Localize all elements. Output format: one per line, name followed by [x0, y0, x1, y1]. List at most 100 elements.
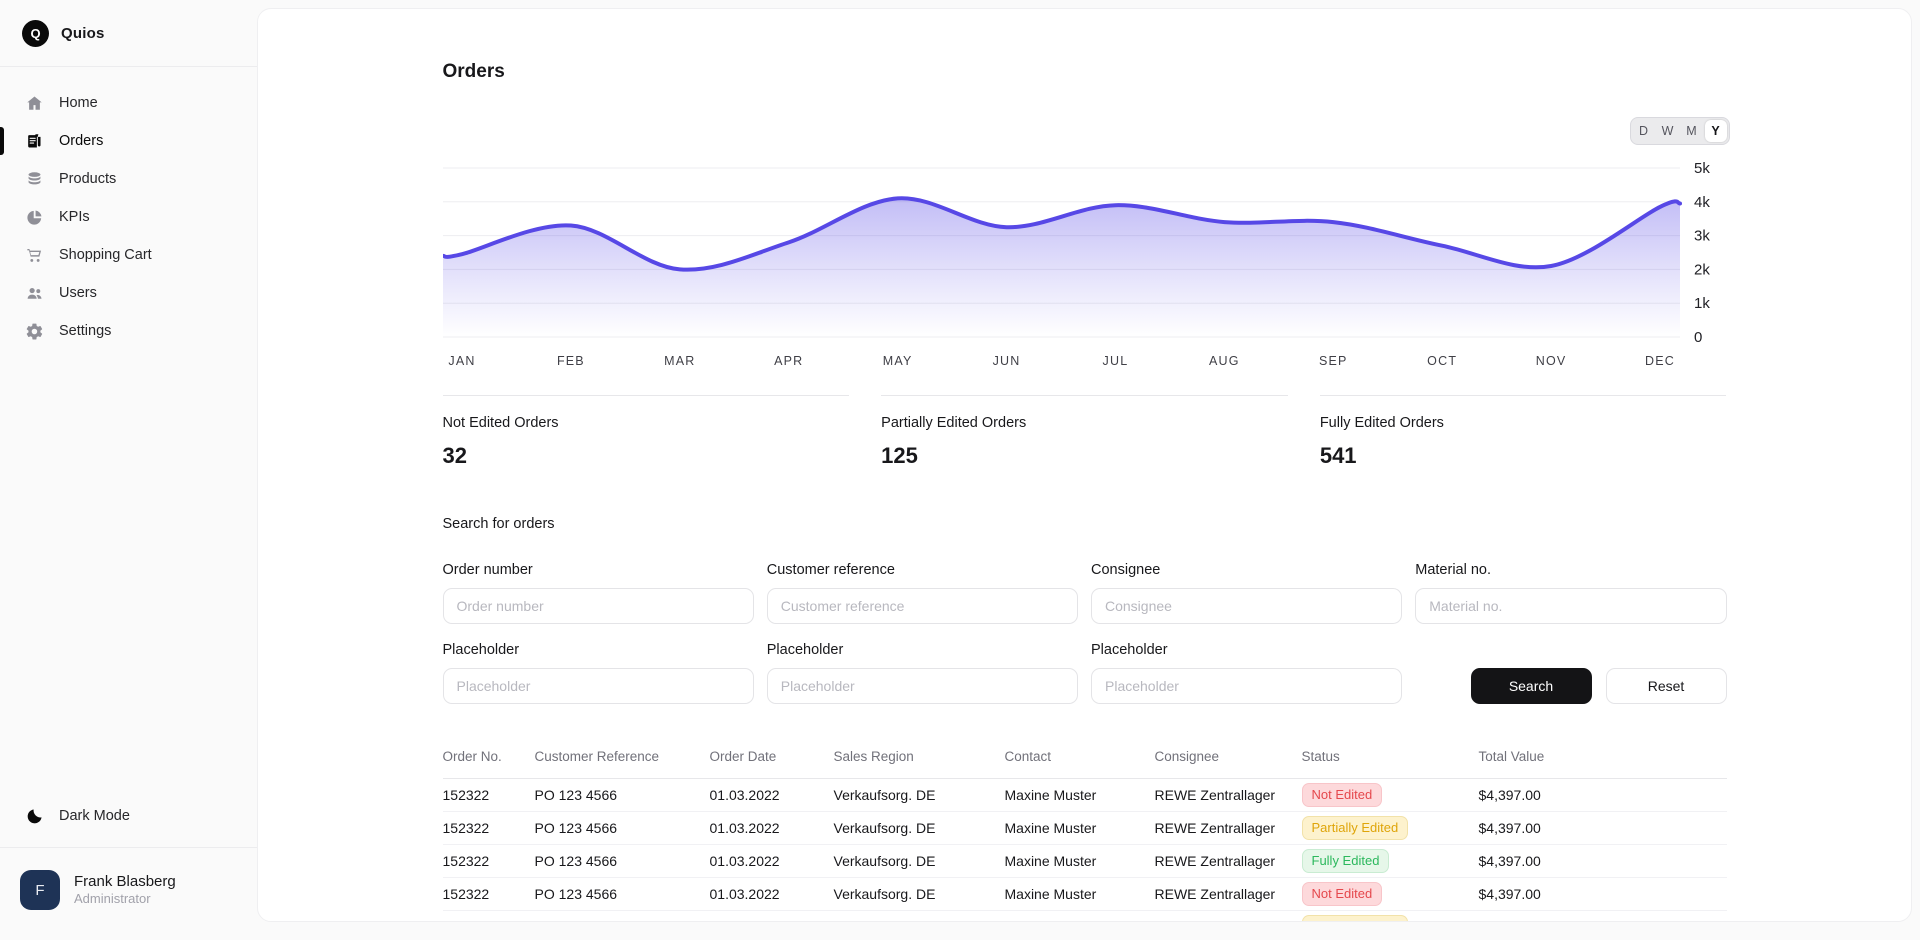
column-header-sales-region: Sales Region: [834, 734, 1005, 779]
y-axis-tick-label: 3k: [1694, 227, 1710, 244]
field-label: Customer reference: [767, 562, 1078, 578]
cell-consignee: REWE Zentrallager: [1155, 778, 1302, 811]
x-axis-tick-label: OCT: [1427, 354, 1457, 368]
range-option-y[interactable]: Y: [1705, 120, 1727, 142]
cell-customer-reference: PO 123 4566: [535, 778, 710, 811]
column-header-order-no-: Order No.: [443, 734, 535, 779]
status-badge: Not Edited: [1302, 882, 1383, 906]
dark-mode-toggle[interactable]: Dark Mode: [0, 797, 257, 835]
sidebar-item-label: Users: [59, 285, 97, 301]
sidebar-item-orders[interactable]: Orders: [0, 122, 257, 160]
sidebar-bottom: Dark Mode F Frank Blasberg Administrator: [0, 797, 257, 932]
consignee-input[interactable]: [1091, 588, 1402, 624]
cell-sales-region: Verkaufsorg. DE: [834, 877, 1005, 910]
brand-name: Quios: [61, 25, 105, 42]
y-axis-tick-label: 4k: [1694, 194, 1710, 211]
cell-order-no: 152322: [443, 778, 535, 811]
stat-value: 32: [443, 442, 850, 470]
table-row[interactable]: 152322PO 123 456601.03.2022Verkaufsorg. …: [443, 910, 1727, 922]
stat-card: Not Edited Orders 32: [443, 395, 850, 470]
reset-button[interactable]: Reset: [1606, 668, 1727, 704]
table-row[interactable]: 152322PO 123 456601.03.2022Verkaufsorg. …: [443, 877, 1727, 910]
cell-order-date: 01.03.2022: [710, 844, 834, 877]
cell-contact: Maxine Muster: [1005, 877, 1155, 910]
x-axis-tick-label: MAY: [882, 354, 912, 368]
sidebar: Q Quios Home Orders Products KPIs Shoppi…: [0, 0, 257, 932]
user-info: Frank Blasberg Administrator: [74, 873, 176, 907]
orders-table: Order No.Customer ReferenceOrder DateSal…: [443, 734, 1727, 922]
brand-logo-icon: Q: [22, 20, 49, 47]
x-axis-tick-label: DEC: [1644, 354, 1674, 368]
material-no--input[interactable]: [1415, 588, 1726, 624]
cell-customer-reference: PO 123 4566: [535, 910, 710, 922]
form-field: Consignee: [1091, 562, 1402, 624]
stat-card: Partially Edited Orders 125: [881, 395, 1288, 470]
avatar: F: [20, 870, 60, 910]
table-row[interactable]: 152322PO 123 456601.03.2022Verkaufsorg. …: [443, 778, 1727, 811]
cell-status: Fully Edited: [1302, 844, 1479, 877]
cell-consignee: REWE Zentrallager: [1155, 877, 1302, 910]
placeholder-1-input[interactable]: [443, 668, 754, 704]
cell-contact: Maxine Muster: [1005, 910, 1155, 922]
field-label: Placeholder: [767, 642, 1078, 658]
kpis-icon: [25, 208, 44, 227]
sidebar-item-settings[interactable]: Settings: [0, 312, 257, 350]
column-header-total-value: Total Value: [1479, 734, 1727, 779]
range-option-d[interactable]: D: [1633, 120, 1655, 142]
cell-sales-region: Verkaufsorg. DE: [834, 811, 1005, 844]
cell-order-date: 01.03.2022: [710, 811, 834, 844]
order-stats: Not Edited Orders 32 Partially Edited Or…: [443, 395, 1727, 470]
sidebar-nav: Home Orders Products KPIs Shopping Cart …: [0, 67, 257, 350]
placeholder-3-input[interactable]: [1091, 668, 1402, 704]
cell-status: Partially Edited: [1302, 811, 1479, 844]
moon-icon: [25, 807, 44, 826]
sidebar-item-kpis[interactable]: KPIs: [0, 198, 257, 236]
cell-consignee: REWE Zentrallager: [1155, 811, 1302, 844]
form-actions: Search Reset: [1415, 642, 1726, 704]
cell-status: Partially Edited: [1302, 910, 1479, 922]
cell-contact: Maxine Muster: [1005, 811, 1155, 844]
cell-contact: Maxine Muster: [1005, 778, 1155, 811]
cell-order-no: 152322: [443, 910, 535, 922]
brand: Q Quios: [0, 0, 257, 67]
form-field: Material no.: [1415, 562, 1726, 624]
cell-total-value: $4,397.00: [1479, 778, 1727, 811]
cell-order-no: 152322: [443, 877, 535, 910]
user-role: Administrator: [74, 891, 176, 907]
order-number-input[interactable]: [443, 588, 754, 624]
stat-label: Partially Edited Orders: [881, 414, 1288, 432]
column-header-contact: Contact: [1005, 734, 1155, 779]
table-row[interactable]: 152322PO 123 456601.03.2022Verkaufsorg. …: [443, 844, 1727, 877]
customer-reference-input[interactable]: [767, 588, 1078, 624]
x-axis-tick-label: AUG: [1209, 354, 1240, 368]
placeholder-2-input[interactable]: [767, 668, 1078, 704]
sidebar-item-label: Home: [59, 95, 98, 111]
cell-sales-region: Verkaufsorg. DE: [834, 844, 1005, 877]
sidebar-item-home[interactable]: Home: [0, 84, 257, 122]
cell-status: Not Edited: [1302, 877, 1479, 910]
range-selector: DWMY: [1630, 117, 1730, 145]
sidebar-item-label: Orders: [59, 133, 103, 149]
dark-mode-label: Dark Mode: [59, 808, 130, 824]
sidebar-item-shopping-cart[interactable]: Shopping Cart: [0, 236, 257, 274]
range-option-w[interactable]: W: [1657, 120, 1679, 142]
cell-contact: Maxine Muster: [1005, 844, 1155, 877]
sidebar-item-label: Products: [59, 171, 116, 187]
y-axis-tick-label: 5k: [1694, 160, 1710, 177]
range-option-m[interactable]: M: [1681, 120, 1703, 142]
page-title: Orders: [443, 60, 1727, 84]
y-axis-tick-label: 0: [1694, 329, 1702, 346]
sidebar-item-products[interactable]: Products: [0, 160, 257, 198]
x-axis-tick-label: NOV: [1535, 354, 1566, 368]
stat-value: 125: [881, 442, 1288, 470]
user-profile[interactable]: F Frank Blasberg Administrator: [0, 847, 257, 932]
cell-order-date: 01.03.2022: [710, 778, 834, 811]
form-field: Customer reference: [767, 562, 1078, 624]
status-badge: Partially Edited: [1302, 816, 1409, 840]
search-button[interactable]: Search: [1471, 668, 1592, 704]
orders-table-wrap: Order No.Customer ReferenceOrder DateSal…: [443, 734, 1727, 922]
home-icon: [25, 94, 44, 113]
table-row[interactable]: 152322PO 123 456601.03.2022Verkaufsorg. …: [443, 811, 1727, 844]
sidebar-item-users[interactable]: Users: [0, 274, 257, 312]
cell-customer-reference: PO 123 4566: [535, 877, 710, 910]
